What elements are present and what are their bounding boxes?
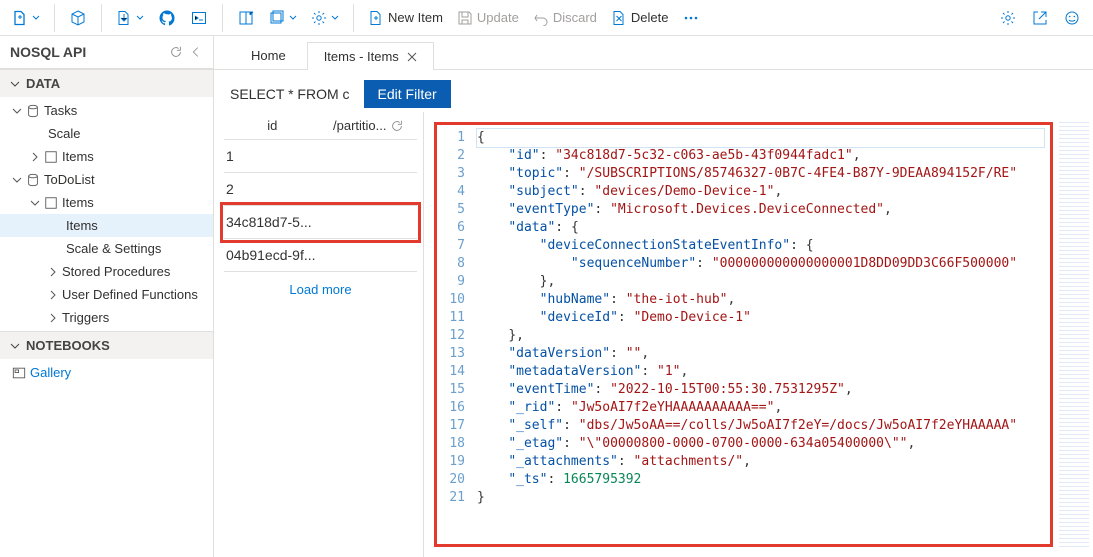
tab-items[interactable]: Items - Items (307, 42, 434, 70)
terminal-icon (191, 10, 207, 26)
gallery-icon (12, 366, 26, 380)
load-more-link[interactable]: Load more (224, 272, 417, 307)
item-row[interactable]: 2 (224, 173, 417, 206)
tree-tasks-items[interactable]: Items (0, 145, 213, 168)
chevron-right-icon (48, 267, 58, 277)
cube-button[interactable] (63, 3, 93, 33)
delete-label: Delete (631, 10, 669, 25)
refresh-icon[interactable] (390, 119, 404, 133)
section-notebooks[interactable]: NOTEBOOKS (0, 331, 213, 359)
gear-icon (311, 10, 327, 26)
document-arrow-icon (116, 10, 132, 26)
top-toolbar: New Item Update Discard Delete (0, 0, 1093, 36)
chevron-left-icon[interactable] (189, 45, 203, 59)
chevron-down-icon (12, 106, 22, 116)
save-icon (457, 10, 473, 26)
chevron-right-icon (48, 313, 58, 323)
tree-db-tasks[interactable]: Tasks (0, 99, 213, 122)
update-button: Update (451, 3, 525, 33)
database-icon (26, 104, 40, 118)
delete-button[interactable]: Delete (605, 3, 675, 33)
json-editor: 123456789101112131415161718192021 { "id"… (424, 112, 1093, 557)
new-item-icon (368, 10, 384, 26)
chevron-down-icon (10, 341, 20, 351)
item-row[interactable]: 1 (224, 140, 417, 173)
smile-icon (1064, 10, 1080, 26)
tree-triggers[interactable]: Triggers (0, 306, 213, 329)
github-button[interactable] (152, 3, 182, 33)
ellipsis-icon (683, 10, 699, 26)
database-icon (26, 173, 40, 187)
gear-icon (1000, 10, 1016, 26)
tree-stored-procedures[interactable]: Stored Procedures (0, 260, 213, 283)
chevron-down-icon (136, 14, 144, 22)
new-item-button[interactable]: New Item (362, 3, 449, 33)
document-plus-icon (12, 10, 28, 26)
tab-bar: Home Items - Items (214, 36, 1093, 70)
undo-icon (533, 10, 549, 26)
open-query-button[interactable] (110, 3, 150, 33)
settings-dropdown-button[interactable] (305, 3, 345, 33)
tab-home[interactable]: Home (234, 41, 303, 69)
github-icon (159, 10, 175, 26)
tree-items-leaf[interactable]: Items (0, 214, 213, 237)
chevron-down-icon (30, 198, 40, 208)
collection-icon (269, 10, 285, 26)
chevron-right-icon (48, 290, 58, 300)
update-label: Update (477, 10, 519, 25)
section-data[interactable]: DATA (0, 69, 213, 97)
scale-icon (238, 10, 254, 26)
item-row[interactable]: 34c818d7-5... (224, 206, 417, 239)
chevron-down-icon (289, 14, 297, 22)
items-list: id /partitio... 1234c818d7-5...04b91ecd-… (214, 112, 424, 557)
edit-filter-button[interactable]: Edit Filter (364, 80, 451, 108)
scale-button[interactable] (231, 3, 261, 33)
discard-button: Discard (527, 3, 603, 33)
chevron-down-icon (32, 14, 40, 22)
editor-gutter: 123456789101112131415161718192021 (437, 125, 471, 544)
sidebar: NOSQL API DATA Tasks Scale Items (0, 36, 214, 557)
tree-scale-settings[interactable]: Scale & Settings (0, 237, 213, 260)
chevron-down-icon (12, 175, 22, 185)
filter-query: SELECT * FROM c (230, 86, 350, 102)
tree-udf[interactable]: User Defined Functions (0, 283, 213, 306)
new-item-label: New Item (388, 10, 443, 25)
delete-icon (611, 10, 627, 26)
tree: Tasks Scale Items ToDoList Items Ite (0, 97, 213, 331)
tree-gallery[interactable]: Gallery (0, 361, 213, 384)
terminal-button[interactable] (184, 3, 214, 33)
items-header: id /partitio... (224, 112, 417, 140)
container-icon (44, 196, 58, 210)
chevron-down-icon (10, 79, 20, 89)
feedback-button[interactable] (1057, 3, 1087, 33)
item-row[interactable]: 04b91ecd-9f... (224, 239, 417, 272)
work-area: Home Items - Items SELECT * FROM c Edit … (214, 36, 1093, 557)
tree-db-todolist[interactable]: ToDoList (0, 168, 213, 191)
cube-icon (70, 10, 86, 26)
api-title: NOSQL API (10, 44, 86, 60)
more-button[interactable] (676, 3, 706, 33)
editor-minimap[interactable] (1059, 122, 1089, 547)
filter-row: SELECT * FROM c Edit Filter (214, 70, 1093, 112)
open-external-icon (1032, 10, 1048, 26)
discard-label: Discard (553, 10, 597, 25)
new-sql-query-button[interactable] (6, 3, 46, 33)
close-icon[interactable] (407, 52, 417, 62)
tree-todolist-items-folder[interactable]: Items (0, 191, 213, 214)
chevron-down-icon (331, 14, 339, 22)
tree-tasks-scale[interactable]: Scale (0, 122, 213, 145)
settings-button[interactable] (993, 3, 1023, 33)
open-external-button[interactable] (1025, 3, 1055, 33)
new-collection-button[interactable] (263, 3, 303, 33)
col-id[interactable]: id (224, 118, 321, 133)
editor-code[interactable]: { "id": "34c818d7-5c32-c063-ae5b-43f0944… (471, 125, 1050, 544)
chevron-right-icon (30, 152, 40, 162)
refresh-icon[interactable] (169, 45, 183, 59)
col-partitionkey[interactable]: /partitio... (321, 118, 418, 133)
container-icon (44, 150, 58, 164)
api-header: NOSQL API (0, 36, 213, 69)
